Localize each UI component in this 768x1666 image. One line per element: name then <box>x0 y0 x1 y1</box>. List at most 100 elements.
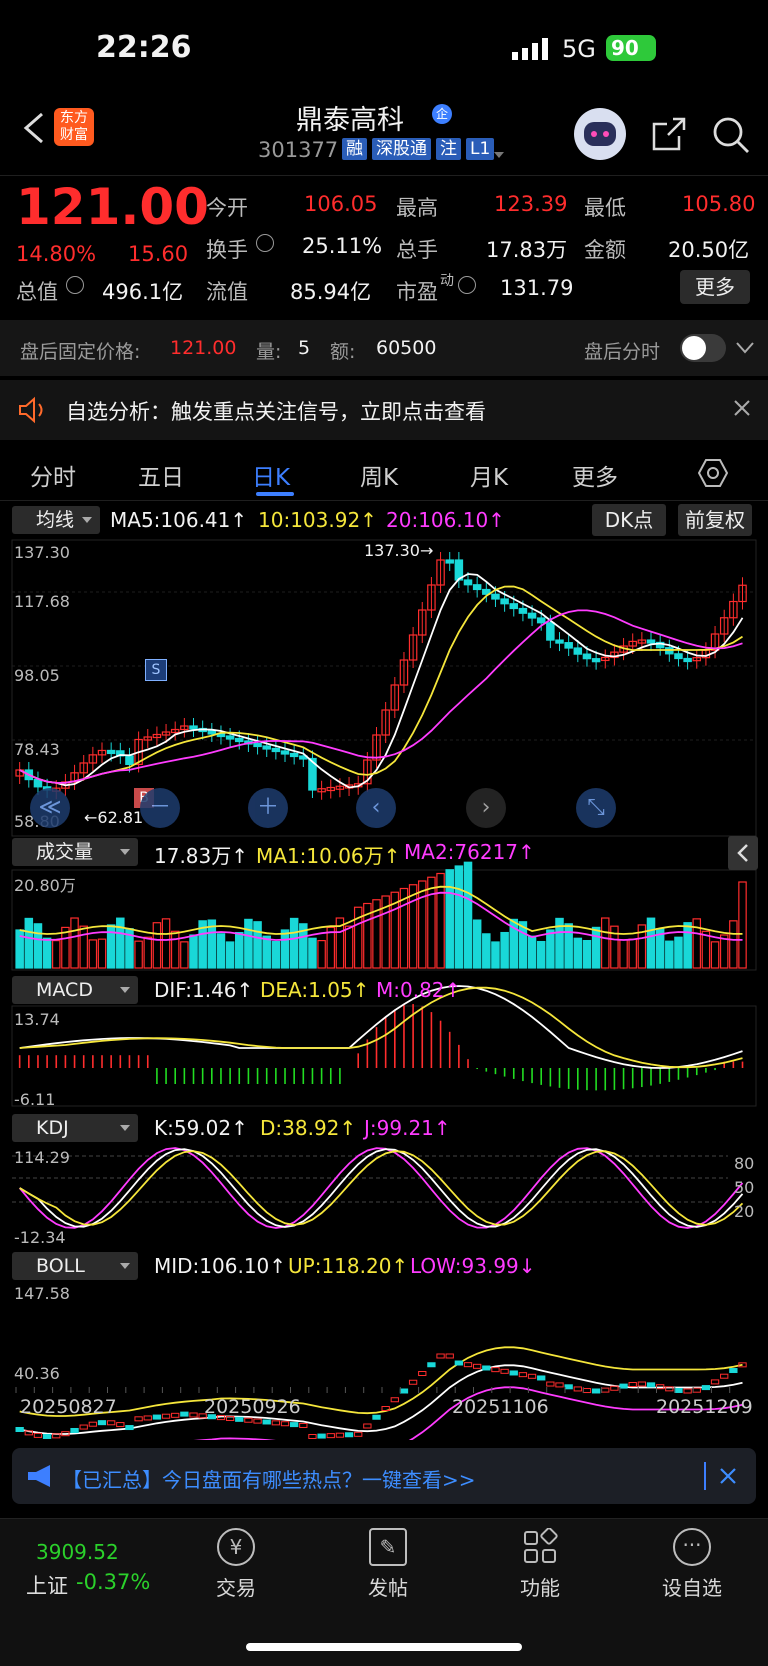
volume-current: 17.83万↑ <box>154 844 249 868</box>
boll-candle <box>701 1385 711 1391</box>
volume-bar <box>88 939 98 969</box>
boll-candle <box>152 1414 162 1420</box>
kdj-d: D:38.92↑ <box>260 1116 357 1140</box>
boll-candle <box>189 1412 198 1418</box>
boll-candle <box>33 1432 43 1438</box>
boll-candle <box>473 1363 482 1369</box>
boll-candle <box>171 1412 180 1418</box>
boll-candle <box>134 1416 143 1422</box>
scroll-left-fast-button[interactable]: ≪ <box>30 788 70 828</box>
volume-bar <box>646 917 656 969</box>
kdj-selector[interactable]: KDJ <box>12 1114 138 1142</box>
news-close-icon[interactable] <box>720 1468 736 1484</box>
boll-candle <box>591 1388 601 1394</box>
volume-bar <box>280 929 290 969</box>
kline-chart <box>11 539 757 1107</box>
volume-bar <box>600 917 610 969</box>
boll-candle <box>463 1362 473 1368</box>
macd-selector[interactable]: MACD <box>12 976 138 1004</box>
kdj-k: K:59.02↑ <box>154 1116 248 1140</box>
volume-bar <box>235 931 244 969</box>
nav-watchlist-settings[interactable]: ··· 设自选 <box>656 1528 728 1601</box>
sell-signal-badge[interactable]: S <box>145 659 167 681</box>
index-value[interactable]: 3909.52 <box>36 1540 119 1564</box>
boll-candle <box>527 1373 537 1379</box>
boll-candle <box>518 1372 528 1378</box>
volume-bar <box>79 925 88 969</box>
boll-candle <box>436 1353 445 1359</box>
boll-candle <box>454 1360 464 1366</box>
boll-axis-bottom: 40.36 <box>14 1364 60 1383</box>
volume-bar <box>262 935 271 969</box>
index-name[interactable]: 上证 <box>26 1570 68 1600</box>
boll-candle <box>161 1413 171 1419</box>
candle-body <box>582 653 592 660</box>
scroll-left-button[interactable]: ‹ <box>356 788 396 828</box>
candle-body <box>445 559 454 564</box>
volume-bar <box>51 940 61 969</box>
candle-body <box>555 639 564 644</box>
macd-m: M:0.82↑ <box>376 978 462 1002</box>
index-change[interactable]: -0.37% <box>76 1570 150 1594</box>
candle-body <box>591 658 601 663</box>
boll-candle <box>244 1417 253 1423</box>
boll-candle <box>537 1375 546 1381</box>
volume-bar <box>683 922 692 969</box>
news-divider <box>704 1462 706 1490</box>
candle-body <box>262 745 271 750</box>
boll-candle <box>674 1387 683 1393</box>
nav-functions[interactable]: 功能 <box>508 1527 572 1601</box>
boll-candle <box>344 1432 354 1438</box>
candle-body <box>207 730 217 735</box>
boll-candle <box>326 1433 335 1439</box>
candle-body <box>500 598 509 605</box>
boll-candle <box>299 1422 308 1428</box>
boll-candle <box>637 1381 647 1387</box>
boll-candle <box>42 1433 52 1439</box>
candle-body <box>289 752 299 758</box>
boll-candle <box>97 1420 107 1426</box>
zoom-in-button[interactable]: ＋ <box>248 788 288 828</box>
volume-bar <box>472 919 482 969</box>
boll-candle <box>317 1433 326 1439</box>
candle-body <box>253 742 262 748</box>
volume-bar <box>143 936 153 969</box>
boll-up-line <box>19 1346 743 1417</box>
boll-candle <box>335 1432 345 1438</box>
kdj-axis-top: 114.29 <box>14 1148 70 1167</box>
candle-body <box>463 579 473 586</box>
grid-icon <box>521 1527 559 1566</box>
volume-bar <box>317 939 326 969</box>
boll-candle <box>582 1388 592 1394</box>
nav-trade[interactable]: ¥ 交易 <box>204 1528 268 1601</box>
home-indicator <box>246 1643 522 1651</box>
boll-mid-line <box>19 1364 743 1435</box>
boll-candle <box>354 1431 363 1437</box>
candle-body <box>189 725 198 730</box>
news-text[interactable]: 【已汇总】今日盘面有哪些热点？一键查看>> <box>62 1464 476 1493</box>
volume-ma1-line <box>19 885 743 935</box>
volume-bar <box>70 917 79 969</box>
volume-bar <box>326 926 336 969</box>
boll-candle <box>482 1365 491 1371</box>
zoom-out-button[interactable]: － <box>140 788 180 828</box>
boll-candle <box>619 1383 628 1389</box>
boll-candle <box>79 1424 88 1430</box>
candle-body <box>33 778 43 788</box>
candle-body <box>235 737 244 743</box>
boll-candle <box>372 1414 381 1420</box>
volume-selector[interactable]: 成交量 <box>12 838 138 866</box>
volume-bar <box>152 922 162 969</box>
kline-axis-top: 137.30 <box>14 543 70 562</box>
macd-dea: DEA:1.05↑ <box>260 978 370 1002</box>
boll-candle <box>408 1379 418 1385</box>
fullscreen-button[interactable]: ⤡ <box>576 788 616 828</box>
volume-bar <box>418 880 427 969</box>
volume-bar <box>216 933 226 969</box>
nav-post[interactable]: ✎ 发帖 <box>356 1528 420 1601</box>
boll-candle <box>509 1370 518 1376</box>
scroll-right-button[interactable]: › <box>466 788 506 828</box>
candle-body <box>527 612 537 619</box>
collapse-side-button[interactable] <box>728 836 758 870</box>
volume-bar <box>42 937 52 969</box>
